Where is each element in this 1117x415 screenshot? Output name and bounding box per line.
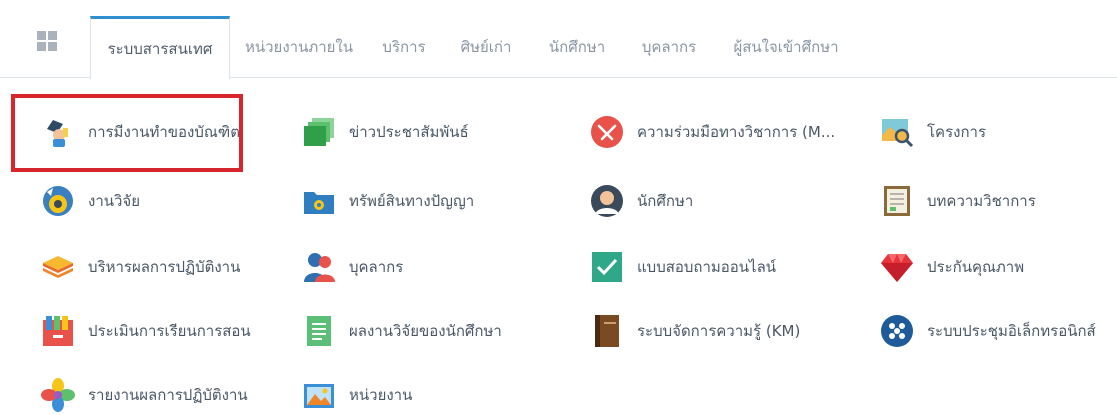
- student-avatar-icon: [590, 184, 624, 218]
- windows-grid-icon: [37, 31, 57, 51]
- meeting-dots-icon: [880, 314, 914, 348]
- app-online-survey[interactable]: แบบสอบถามออนไลน์: [590, 247, 776, 287]
- top-tab-bar: ระบบสารสนเทศ หน่วยงานภายใน บริการ ศิษย์เ…: [0, 0, 1117, 79]
- app-personnel[interactable]: บุคลากร: [302, 247, 403, 287]
- handshake-icon: [590, 115, 624, 149]
- app-label: ข่าวประชาสัมพันธ์: [349, 123, 469, 141]
- app-electronic-meeting[interactable]: ระบบประชุมอิเล็กทรอนิกส์: [880, 311, 1096, 351]
- article-document-icon: [880, 184, 914, 218]
- tab-information-systems[interactable]: ระบบสารสนเทศ: [90, 16, 230, 79]
- app-label: แบบสอบถามออนไลน์: [637, 258, 777, 276]
- app-label: บุคลากร: [349, 258, 404, 276]
- app-departments[interactable]: หน่วยงาน: [302, 375, 412, 415]
- tab-personnel[interactable]: บุคลากร: [626, 16, 712, 78]
- app-graduate-employment[interactable]: การมีงานทำของบัณฑิต: [41, 112, 240, 152]
- news-stack-icon: [302, 115, 336, 149]
- app-label: หน่วยงาน: [349, 386, 413, 404]
- app-label: บริหารผลการปฏิบัติงาน: [88, 258, 241, 276]
- app-student-research[interactable]: ผลงานวิจัยของนักศึกษา: [302, 311, 502, 351]
- app-quality-assurance[interactable]: ประกันคุณภาพ: [880, 247, 1024, 287]
- notebook-icon: [590, 314, 624, 348]
- app-teaching-evaluation[interactable]: ประเมินการเรียนการสอน: [41, 311, 251, 351]
- tab-services[interactable]: บริการ: [368, 16, 440, 78]
- graduate-employment-icon: [41, 115, 75, 149]
- app-academic-cooperation[interactable]: ความร่วมมือทางวิชาการ (M...: [590, 112, 835, 152]
- app-label: นักศึกษา: [637, 192, 694, 210]
- research-globe-icon: [41, 184, 75, 218]
- app-label: งานวิจัย: [88, 192, 141, 210]
- app-label: รายงานผลการปฏิบัติงาน: [88, 386, 248, 404]
- app-research[interactable]: งานวิจัย: [41, 181, 140, 221]
- app-performance-report[interactable]: รายงานผลการปฏิบัติงาน: [41, 375, 248, 415]
- app-label: โครงการ: [927, 123, 987, 141]
- file-cabinet-icon: [41, 314, 75, 348]
- layers-icon: [41, 250, 75, 284]
- tab-students[interactable]: นักศึกษา: [532, 16, 622, 78]
- project-map-icon: [880, 115, 914, 149]
- petal-chart-icon: [41, 378, 75, 412]
- app-label: ความร่วมมือทางวิชาการ (M...: [637, 123, 836, 141]
- app-performance-management[interactable]: บริหารผลการปฏิบัติงาน: [41, 247, 240, 287]
- checkmark-survey-icon: [590, 250, 624, 284]
- tab-internal-units[interactable]: หน่วยงานภายใน: [236, 16, 362, 78]
- app-academic-articles[interactable]: บทความวิชาการ: [880, 181, 1036, 221]
- tab-prospective-students[interactable]: ผู้สนใจเข้าศึกษา: [716, 16, 856, 78]
- app-news[interactable]: ข่าวประชาสัมพันธ์: [302, 112, 469, 152]
- app-projects[interactable]: โครงการ: [880, 112, 986, 152]
- home-apps-button[interactable]: [28, 12, 66, 70]
- app-label: การมีงานทำของบัณฑิต: [88, 123, 240, 141]
- landscape-picture-icon: [302, 378, 336, 412]
- document-lines-icon: [302, 314, 336, 348]
- app-label: ผลงานวิจัยของนักศึกษา: [349, 322, 502, 340]
- app-intellectual-property[interactable]: ทรัพย์สินทางปัญญา: [302, 181, 474, 221]
- app-label: ประเมินการเรียนการสอน: [88, 322, 251, 340]
- people-icon: [302, 250, 336, 284]
- app-label: บทความวิชาการ: [927, 192, 1036, 210]
- app-knowledge-management[interactable]: ระบบจัดการความรู้ (KM): [590, 311, 800, 351]
- app-label: ทรัพย์สินทางปัญญา: [349, 192, 475, 210]
- ruby-gem-icon: [880, 250, 914, 284]
- app-label: ระบบจัดการความรู้ (KM): [637, 322, 801, 340]
- app-students[interactable]: นักศึกษา: [590, 181, 693, 221]
- app-label: ประกันคุณภาพ: [927, 258, 1025, 276]
- folder-gear-icon: [302, 184, 336, 218]
- tab-alumni[interactable]: ศิษย์เก่า: [444, 16, 528, 78]
- app-label: ระบบประชุมอิเล็กทรอนิกส์: [927, 322, 1096, 340]
